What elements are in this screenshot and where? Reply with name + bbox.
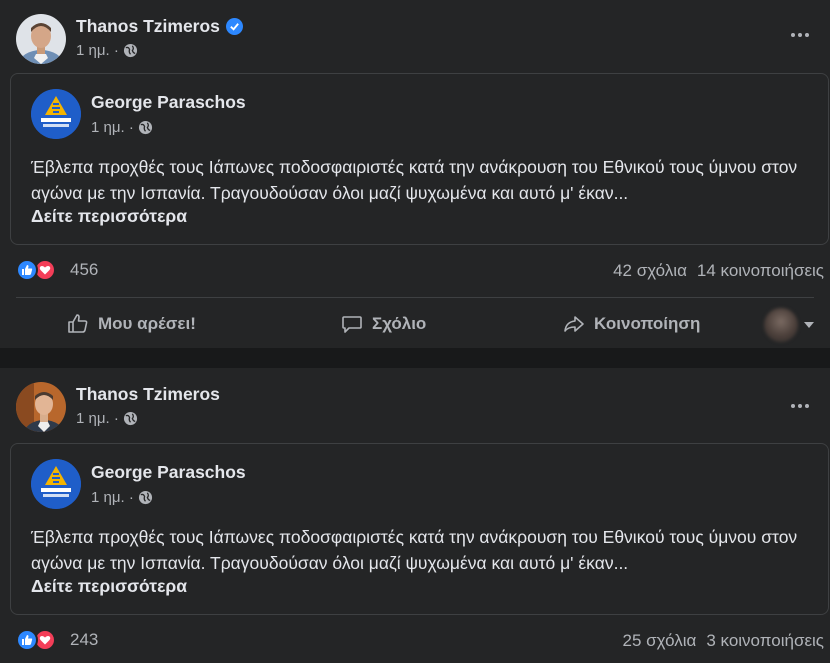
reaction-count: 456 [70, 260, 99, 279]
share-count[interactable]: 3 κοινοποιήσεις [706, 631, 824, 651]
author-name[interactable]: Thanos Tzimeros [76, 384, 220, 405]
post-as-selector[interactable] [764, 308, 814, 342]
post-stats: 25 σχόλια 3 κοινοποιήσεις [623, 631, 824, 651]
post-time[interactable]: 1 ημ. · [76, 42, 119, 59]
reaction-count: 243 [70, 630, 99, 649]
share-button[interactable]: Κοινοποίηση [562, 302, 700, 346]
globe-icon [123, 43, 138, 58]
shared-author-avatar[interactable] [31, 89, 81, 139]
comment-count[interactable]: 42 σχόλια [613, 261, 687, 281]
shared-post-time[interactable]: 1 ημ. · [91, 119, 134, 136]
post-time[interactable]: 1 ημ. · [76, 410, 119, 427]
like-reaction-icon [16, 629, 38, 651]
post-author[interactable]: Thanos Tzimeros [76, 16, 243, 37]
reactions-summary[interactable]: 456 [16, 259, 98, 281]
shared-author-avatar[interactable] [31, 459, 81, 509]
share-icon [564, 316, 584, 332]
comment-label: Σχόλιο [372, 314, 427, 333]
see-more-link[interactable]: Δείτε περισσότερα [31, 576, 187, 597]
shared-post[interactable]: George Paraschos 1 ημ. · Έβλεπα προχθές … [10, 73, 829, 245]
divider [16, 297, 814, 298]
post-stats: 42 σχόλια 14 κοινοποιήσεις [613, 261, 824, 281]
shared-author-name[interactable]: George Paraschos [91, 92, 246, 113]
verified-badge-icon [225, 18, 243, 35]
comment-count[interactable]: 25 σχόλια [623, 631, 697, 651]
shared-post-time[interactable]: 1 ημ. · [91, 489, 134, 506]
caret-down-icon [804, 322, 814, 328]
shared-author-name[interactable]: George Paraschos [91, 462, 246, 483]
author-name[interactable]: Thanos Tzimeros [76, 16, 220, 37]
shared-post-text: Έβλεπα προχθές τους Ιάπωνες ποδοσφαιριστ… [31, 527, 798, 573]
like-button[interactable]: Μου αρέσει! [66, 302, 196, 346]
shared-post-meta: 1 ημ. · [91, 119, 153, 136]
share-label: Κοινοποίηση [594, 314, 701, 333]
like-label: Μου αρέσει! [98, 314, 196, 333]
shared-post[interactable]: George Paraschos 1 ημ. · Έβλεπα προχθές … [10, 443, 829, 615]
reactions-summary[interactable]: 243 [16, 629, 98, 651]
more-options-icon[interactable] [788, 394, 812, 418]
comment-icon [342, 316, 362, 333]
thumbs-up-icon [68, 314, 88, 333]
globe-icon [138, 120, 153, 135]
comment-button[interactable]: Σχόλιο [340, 302, 426, 346]
author-avatar[interactable] [16, 382, 66, 432]
post-meta: 1 ημ. · [76, 410, 138, 427]
post-meta: 1 ημ. · [76, 42, 138, 59]
like-reaction-icon [16, 259, 38, 281]
more-options-icon[interactable] [788, 23, 812, 47]
see-more-link[interactable]: Δείτε περισσότερα [31, 206, 187, 227]
shared-post-meta: 1 ημ. · [91, 489, 153, 506]
shared-post-text: Έβλεπα προχθές τους Ιάπωνες ποδοσφαιριστ… [31, 157, 798, 203]
post-author[interactable]: Thanos Tzimeros [76, 384, 220, 405]
feed-post: Thanos Tzimeros 1 ημ. · George Paraschos… [0, 368, 830, 663]
share-count[interactable]: 14 κοινοποιήσεις [697, 261, 824, 281]
globe-icon [138, 490, 153, 505]
post-actions: Μου αρέσει! Σχόλιο Κοινοποίηση [0, 302, 830, 346]
globe-icon [123, 411, 138, 426]
feed-post: Thanos Tzimeros 1 ημ. · George Paraschos… [0, 0, 830, 348]
profile-avatar [764, 308, 798, 342]
author-avatar[interactable] [16, 14, 66, 64]
